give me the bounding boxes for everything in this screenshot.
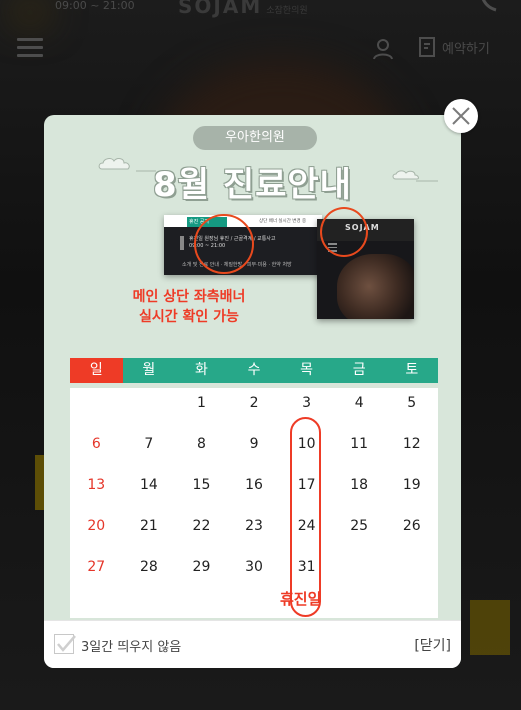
hide-3-days-label[interactable]: 3일간 띄우지 않음 <box>81 636 181 655</box>
august-calendar: 일 월 화 수 목 금 토 1 2 3 4 5 6 7 8 9 10 11 12… <box>70 358 439 618</box>
calendar-day: 16 <box>245 477 263 493</box>
calendar-day: 30 <box>245 559 263 575</box>
checkmark-icon <box>57 635 76 652</box>
calendar-day: 21 <box>139 518 158 534</box>
calendar-day: 25 <box>350 518 369 534</box>
calendar-day: 29 <box>192 559 211 575</box>
calendar-day: 26 <box>402 518 421 534</box>
holiday-label: 휴진일 <box>280 590 322 608</box>
background-user-icon[interactable] <box>372 38 394 64</box>
thursday-holiday-highlight <box>290 417 321 617</box>
calendar-day: 1 <box>196 395 206 411</box>
calendar-day: 22 <box>192 518 211 534</box>
calendar-day: 20 <box>87 518 106 534</box>
calendar-day: 11 <box>350 436 369 452</box>
clinic-name-badge: 우아한의원 <box>193 126 317 150</box>
highlight-circle <box>320 207 368 257</box>
calendar-day: 2 <box>249 395 259 411</box>
close-text-button[interactable]: [닫기] <box>414 635 451 655</box>
weekday-sat: 토 <box>385 358 439 383</box>
weekday-wed: 수 <box>227 358 281 383</box>
calendar-week: 1 2 3 4 5 <box>70 388 438 429</box>
calendar-week: 13 14 15 16 17 18 19 <box>70 470 438 511</box>
calendar-day: 6 <box>91 436 101 452</box>
weekday-mon: 월 <box>122 358 176 383</box>
weekday-fri: 금 <box>332 358 386 383</box>
calendar-day <box>333 552 386 593</box>
calendar-day: 12 <box>402 436 421 452</box>
weekday-sun: 일 <box>70 358 123 383</box>
calendar-week: 27 28 29 30 31 <box>70 552 438 593</box>
calendar-grid: 1 2 3 4 5 6 7 8 9 10 11 12 13 14 15 16 1… <box>70 388 438 618</box>
calendar-day <box>70 388 123 429</box>
background-logo-mark <box>10 0 50 25</box>
highlight-circle <box>194 214 254 274</box>
calendar-day: 15 <box>192 477 211 493</box>
callout-text: 메인 상단 좌측배너 실시간 확인 가능 <box>132 289 246 325</box>
calendar-day: 9 <box>249 436 259 452</box>
background-hours: 09:00 ~ 21:00 <box>55 0 135 12</box>
calendar-day: 18 <box>350 477 369 493</box>
calendar-week: 20 21 22 23 24 25 26 <box>70 511 438 552</box>
close-button[interactable] <box>444 99 478 133</box>
background-booking-button[interactable]: 예약하기 <box>418 36 490 58</box>
notice-popup: 우아한의원 8월 진료안내 휴진 공지 상단 배너 실시간 변경 중 휴진일 원… <box>44 115 461 668</box>
calendar-day: 4 <box>354 395 364 411</box>
close-icon <box>452 107 470 125</box>
weekday-thu: 목 <box>280 358 333 383</box>
calendar-day: 13 <box>87 477 106 493</box>
background-menu-icon[interactable] <box>17 38 43 62</box>
calendar-week: 6 7 8 9 10 11 12 <box>70 429 438 470</box>
calendar-day: 23 <box>245 518 263 534</box>
calendar-day: 28 <box>139 559 158 575</box>
calendar-day <box>123 388 176 429</box>
calendar-day: 7 <box>144 436 154 452</box>
calendar-day <box>385 552 438 593</box>
calendar-day: 14 <box>139 477 158 493</box>
hide-3-days-checkbox[interactable] <box>54 634 76 654</box>
calendar-day: 8 <box>196 436 206 452</box>
weekday-tue: 화 <box>175 358 228 383</box>
calendar-day: 27 <box>87 559 106 575</box>
background-highlight <box>470 600 510 655</box>
preview-artwork <box>337 254 414 319</box>
background-logo[interactable]: SOJAM 소잠한의원 <box>178 0 308 18</box>
background-phone-icon[interactable] <box>478 0 500 18</box>
popup-footer: 3일간 띄우지 않음 [닫기] <box>44 620 461 668</box>
popup-title: 8월 진료안내 <box>153 165 352 205</box>
calendar-day: 19 <box>402 477 421 493</box>
calendar-day: 5 <box>407 395 417 411</box>
calendar-weekday-header: 일 월 화 수 목 금 토 <box>70 358 439 383</box>
